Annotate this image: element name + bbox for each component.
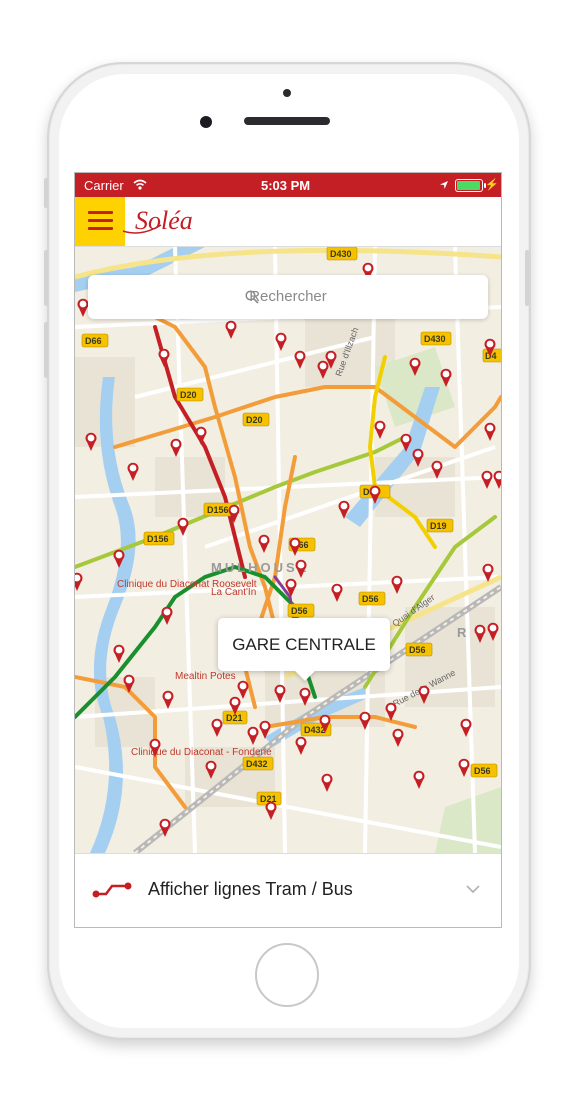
- place-label: Mealtin Potes: [175, 671, 236, 682]
- svg-text:D20: D20: [180, 390, 197, 400]
- place-label: La Cant'In: [211, 587, 256, 598]
- menu-button[interactable]: [75, 197, 125, 246]
- power-button: [525, 250, 529, 306]
- earpiece-speaker: [244, 117, 330, 125]
- location-arrow-icon: [440, 181, 448, 189]
- search-field[interactable]: Rechercher: [88, 275, 488, 319]
- svg-text:D56: D56: [474, 766, 491, 776]
- volume-down-button: [44, 322, 48, 378]
- hamburger-icon: [88, 211, 113, 214]
- lines-toggle-label: Afficher lignes Tram / Bus: [148, 879, 353, 899]
- solea-logo: Soléa: [122, 206, 193, 235]
- charging-icon: ⚡: [485, 179, 499, 191]
- clock: 5:03 PM: [261, 178, 311, 193]
- svg-text:D156: D156: [147, 534, 169, 544]
- map-view[interactable]: D430 D430 D66 D20 D20 D156 D156 D66 D56 …: [75, 246, 501, 856]
- carrier-label: Carrier: [84, 178, 124, 193]
- volume-up-button: [44, 250, 48, 306]
- battery-icon: [455, 179, 486, 192]
- app-header: Soléa: [75, 197, 501, 247]
- search-placeholder: Rechercher: [249, 288, 327, 305]
- district-label: R: [457, 625, 469, 640]
- district-label: MULHOUSE: [211, 560, 309, 575]
- svg-text:D66: D66: [85, 336, 102, 346]
- map-canvas[interactable]: D430 D430 D66 D20 D20 D156 D156 D66 D56 …: [75, 246, 501, 856]
- status-bar: Carrier 5:03 PM ⚡: [75, 173, 501, 197]
- front-camera: [200, 116, 212, 128]
- wifi-icon: [133, 179, 147, 190]
- route-icon: [92, 882, 132, 898]
- svg-text:D430: D430: [330, 249, 352, 259]
- svg-text:D19: D19: [430, 521, 447, 531]
- svg-text:D56: D56: [362, 594, 379, 604]
- app-screen: Carrier 5:03 PM ⚡ Soléa D430 D430 D66 D2…: [74, 172, 502, 928]
- stop-callout-title: GARE CENTRALE: [232, 635, 376, 654]
- svg-text:D432: D432: [246, 759, 268, 769]
- svg-text:D21: D21: [226, 713, 243, 723]
- chevron-down-icon[interactable]: [465, 884, 481, 894]
- svg-text:D430: D430: [424, 334, 446, 344]
- svg-text:D56: D56: [291, 606, 308, 616]
- proximity-sensor: [283, 89, 291, 97]
- stop-callout[interactable]: GARE CENTRALE: [218, 618, 390, 681]
- home-button[interactable]: [255, 943, 319, 1007]
- svg-text:D20: D20: [246, 415, 263, 425]
- svg-text:Soléa: Soléa: [135, 206, 193, 235]
- lines-toggle-bar[interactable]: Afficher lignes Tram / Bus: [75, 853, 501, 927]
- mute-switch: [44, 178, 48, 208]
- svg-text:D156: D156: [207, 505, 229, 515]
- svg-text:D56: D56: [409, 645, 426, 655]
